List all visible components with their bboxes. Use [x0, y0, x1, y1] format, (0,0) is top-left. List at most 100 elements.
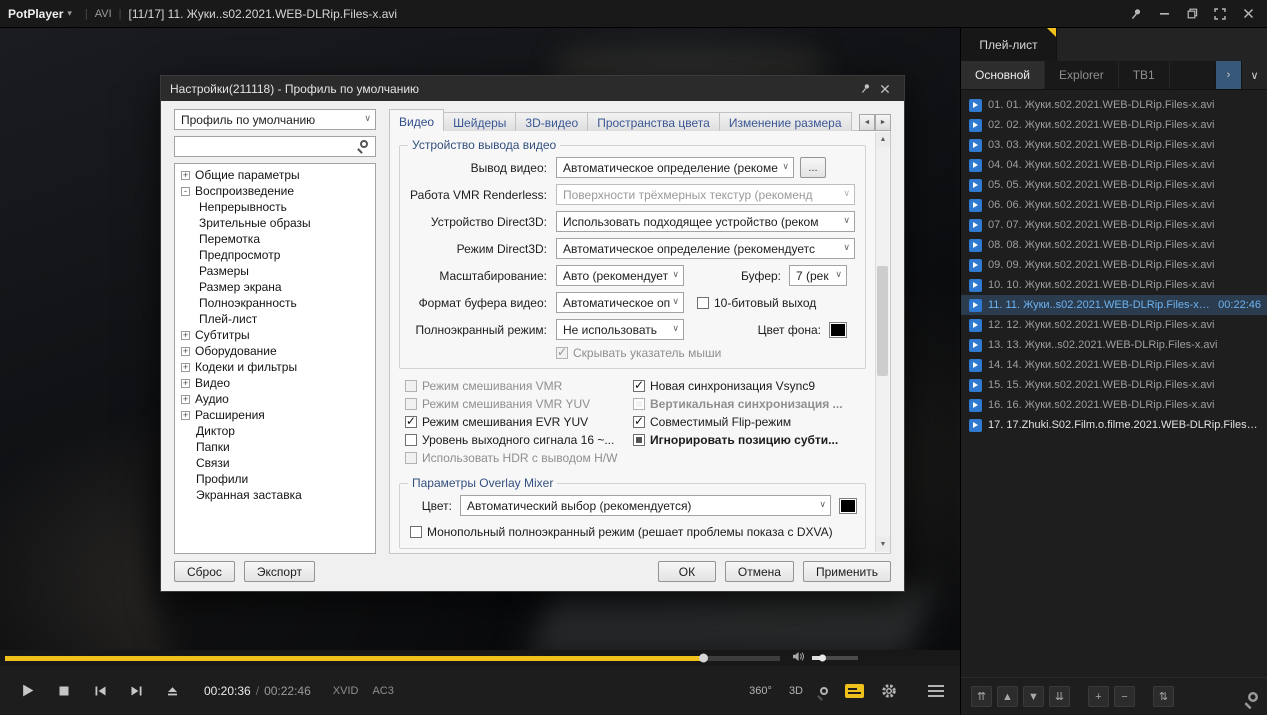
menu-button[interactable] — [928, 684, 944, 697]
checkbox-ignore-subtitle-position[interactable]: Игнорировать позицию субти... — [633, 431, 868, 449]
playlist-tab-main[interactable]: Основной — [961, 61, 1046, 89]
playlist-item[interactable]: 04. 04. Жуки.s02.2021.WEB-DLRip.Files-x.… — [961, 155, 1267, 175]
dialog-scrollbar[interactable]: ▲ ▼ — [875, 132, 890, 552]
dialog-pin-icon[interactable] — [855, 80, 875, 98]
settings-dialog-titlebar[interactable]: Настройки(211118) - Профиль по умолчанию — [161, 76, 904, 101]
tree-expander[interactable]: - — [181, 186, 190, 196]
maximize-button[interactable] — [1181, 4, 1203, 24]
tree-item[interactable]: Зрительные образы — [175, 215, 375, 231]
tree-expander[interactable]: + — [181, 170, 190, 180]
checkbox-exclusive-fullscreen[interactable]: Монопольный полноэкранный режим (решает … — [410, 523, 857, 541]
tree-item[interactable]: + Кодеки и фильтры — [175, 359, 375, 375]
export-button[interactable]: Экспорт — [243, 561, 315, 582]
seek-bar[interactable] — [5, 653, 780, 663]
playlist-search-button[interactable] — [1248, 688, 1258, 706]
next-button[interactable] — [118, 675, 154, 707]
direct3d-device-select[interactable]: Использовать подходящее устройство (реко… — [556, 211, 855, 232]
tree-item[interactable]: Перемотка — [175, 231, 375, 247]
volume-handle[interactable] — [819, 654, 827, 662]
zoom-search-button[interactable] — [820, 686, 828, 695]
apply-button[interactable]: Применить — [802, 561, 891, 582]
buffer-select[interactable]: 7 (рек ∨ — [789, 265, 847, 286]
playlist-item[interactable]: 07. 07. Жуки.s02.2021.WEB-DLRip.Files-x.… — [961, 215, 1267, 235]
tab-video[interactable]: Видео — [389, 109, 445, 131]
previous-button[interactable] — [82, 675, 118, 707]
move-down-button[interactable]: ▼ — [1023, 686, 1044, 707]
overlay-color-swatch[interactable] — [839, 497, 857, 514]
profile-select[interactable]: Профиль по умолчанию ∨ — [174, 109, 376, 130]
play-button[interactable] — [10, 675, 46, 707]
checkbox-vertical-sync[interactable]: Вертикальная синхронизация ... — [633, 395, 868, 413]
scroll-to-bottom-button[interactable]: ⇊ — [1049, 686, 1070, 707]
tab-color-spaces[interactable]: Пространства цвета — [587, 112, 720, 131]
playlist-item[interactable]: 12. 12. Жуки.s02.2021.WEB-DLRip.Files-x.… — [961, 315, 1267, 335]
stop-button[interactable] — [46, 675, 82, 707]
playlist-item[interactable]: 05. 05. Жуки.s02.2021.WEB-DLRip.Files-x.… — [961, 175, 1267, 195]
subtitle-panel-button[interactable] — [845, 683, 864, 698]
ok-button[interactable]: ОК — [657, 561, 716, 582]
tabs-scroll-right-icon[interactable]: ► — [875, 114, 891, 131]
scroll-to-top-button[interactable]: ⇈ — [971, 686, 992, 707]
360-mode-button[interactable]: 360° — [749, 685, 772, 697]
tree-item[interactable]: Связи — [175, 455, 375, 471]
tree-expander[interactable]: + — [181, 346, 190, 356]
checkbox-vmr-yuv-mixing[interactable]: Режим смешивания VMR YUV — [405, 395, 633, 413]
checkbox-hdr-output[interactable]: Использовать HDR с выводом H/W — [405, 449, 633, 467]
tree-item[interactable]: + Субтитры — [175, 327, 375, 343]
more-options-button[interactable]: ... — [800, 157, 826, 178]
seek-handle[interactable] — [698, 653, 708, 663]
pin-on-top-button[interactable] — [1125, 4, 1147, 24]
tree-item[interactable]: - Воспроизведение — [175, 183, 375, 199]
tree-expander[interactable]: + — [181, 362, 190, 372]
tabs-scroll-left-icon[interactable]: ◄ — [859, 114, 875, 131]
playlist-item[interactable]: 15. 15. Жуки.s02.2021.WEB-DLRip.Files-x.… — [961, 375, 1267, 395]
add-item-button[interactable]: + — [1088, 686, 1109, 707]
fullscreen-button[interactable] — [1209, 4, 1231, 24]
tree-item[interactable]: Профили — [175, 471, 375, 487]
sort-order-button[interactable]: ⇅ — [1153, 686, 1174, 707]
playlist-item[interactable]: 02. 02. Жуки.s02.2021.WEB-DLRip.Files-x.… — [961, 115, 1267, 135]
playlist-next-tab-icon[interactable]: › — [1215, 61, 1241, 89]
scrollbar-thumb[interactable] — [877, 266, 888, 376]
tab-playlist[interactable]: Плей-лист — [961, 28, 1056, 61]
checkbox-output-level[interactable]: Уровень выходного сигнала 16 ~... — [405, 431, 633, 449]
tab-shaders[interactable]: Шейдеры — [443, 112, 517, 131]
tree-expander[interactable]: + — [181, 378, 190, 388]
playlist-item[interactable]: 01. 01. Жуки.s02.2021.WEB-DLRip.Files-x.… — [961, 95, 1267, 115]
volume-icon[interactable] — [792, 649, 805, 667]
tree-item[interactable]: + Расширения — [175, 407, 375, 423]
playlist-item[interactable]: 11. 11. Жуки..s02.2021.WEB-DLRip.Files-x… — [961, 295, 1267, 315]
app-menu-button[interactable]: PotPlayer — [8, 7, 63, 21]
tree-item[interactable]: + Оборудование — [175, 343, 375, 359]
dialog-close-icon[interactable] — [875, 80, 895, 98]
tree-item[interactable]: + Аудио — [175, 391, 375, 407]
playlist-tab-menu-icon[interactable]: ∨ — [1241, 61, 1267, 89]
move-up-button[interactable]: ▲ — [997, 686, 1018, 707]
checkbox-hide-cursor[interactable]: Скрывать указатель мыши — [556, 344, 721, 362]
tree-item[interactable]: Папки — [175, 439, 375, 455]
playlist-item[interactable]: 14. 14. Жуки.s02.2021.WEB-DLRip.Files-x.… — [961, 355, 1267, 375]
playlist-item[interactable]: 10. 10. Жуки.s02.2021.WEB-DLRip.Files-x.… — [961, 275, 1267, 295]
tree-item[interactable]: Плей-лист — [175, 311, 375, 327]
tree-expander[interactable]: + — [181, 394, 190, 404]
playlist-item[interactable]: 13. 13. Жуки..s02.2021.WEB-DLRip.Files-x… — [961, 335, 1267, 355]
tab-3d-video[interactable]: 3D-видео — [515, 112, 589, 131]
scroll-up-icon[interactable]: ▲ — [876, 132, 890, 147]
playlist-tab-tv1[interactable]: ТВ1 — [1119, 61, 1170, 89]
playlist-tab-explorer[interactable]: Explorer — [1045, 61, 1119, 89]
reset-button[interactable]: Сброс — [174, 561, 235, 582]
tree-item[interactable]: Полноэкранность — [175, 295, 375, 311]
checkbox-flip-mode[interactable]: Совместимый Flip-режим — [633, 413, 868, 431]
tree-expander[interactable]: + — [181, 330, 190, 340]
background-color-swatch[interactable] — [829, 321, 847, 338]
playlist-item[interactable]: 06. 06. Жуки.s02.2021.WEB-DLRip.Files-x.… — [961, 195, 1267, 215]
tree-item[interactable]: + Общие параметры — [175, 167, 375, 183]
eject-button[interactable] — [154, 675, 190, 707]
settings-gear-button[interactable] — [881, 683, 897, 699]
tree-item[interactable]: Непрерывность — [175, 199, 375, 215]
playlist-item[interactable]: 08. 08. Жуки.s02.2021.WEB-DLRip.Files-x.… — [961, 235, 1267, 255]
fullscreen-mode-select[interactable]: Не использовать ∨ — [556, 319, 684, 340]
direct3d-mode-select[interactable]: Автоматическое определение (рекомендуетс… — [556, 238, 855, 259]
tree-item[interactable]: Экранная заставка — [175, 487, 375, 503]
tree-expander[interactable]: + — [181, 410, 190, 420]
